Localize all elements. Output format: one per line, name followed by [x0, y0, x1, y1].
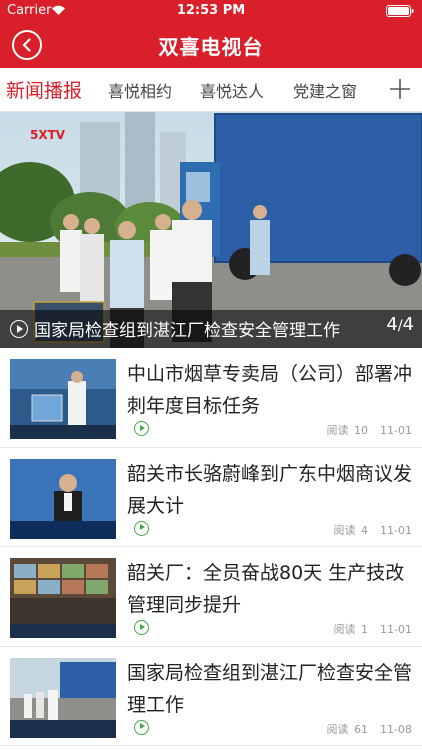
banner-title: 国家局检查组到湛江厂检查安全管理工作	[34, 321, 340, 341]
news-date: 11-08	[380, 722, 412, 736]
news-thumbnail	[10, 458, 116, 539]
news-thumbnail	[10, 359, 116, 439]
read-count: 1	[361, 623, 369, 636]
news-title: 国家局检查组到湛江厂检查安全管理工作	[127, 661, 413, 716]
read-count: 61	[354, 722, 369, 736]
news-title: 中山市烟草专卖局（公司）部署冲刺年度目标任务	[127, 363, 413, 417]
battery-icon	[386, 5, 414, 17]
banner-page-total: 4	[402, 314, 414, 335]
news-date: 11-01	[380, 623, 412, 636]
news-title: 韶关市长骆蔚峰到广东中烟商议发展大计	[127, 462, 413, 517]
read-label: 阅读	[326, 424, 349, 437]
news-thumbnail	[10, 657, 116, 738]
news-list: 中山市烟草专卖局（公司）部署冲刺年度目标任务 阅读 10 11-01 韶关市长骆蔚…	[0, 348, 422, 746]
news-meta: 阅读 10 11-01	[327, 422, 412, 438]
read-label: 阅读	[333, 623, 356, 636]
news-date: 11-01	[380, 424, 412, 437]
read-label: 阅读	[326, 722, 349, 736]
list-item[interactable]: 中山市烟草专卖局（公司）部署冲刺年度目标任务 阅读 10 11-01	[0, 348, 422, 448]
banner-carousel[interactable]: 5XTV 国家局检查组到湛江厂检查安全管理工作 4/4	[0, 112, 422, 348]
banner-caption: 国家局检查组到湛江厂检查安全管理工作 4/4	[0, 310, 422, 348]
tab-news[interactable]: 新闻播报	[6, 76, 82, 103]
play-icon	[134, 719, 149, 735]
news-title: 韶关厂：全员奋战80天 生产技改管理同步提升	[127, 562, 405, 616]
tab-talent[interactable]: 喜悦达人	[200, 78, 264, 102]
page-title: 双喜电视台	[158, 35, 264, 59]
play-icon	[134, 520, 149, 536]
app-header: Carrier 12:53 PM 双喜电视台	[0, 0, 422, 68]
news-meta: 阅读 4 11-01	[334, 522, 412, 538]
list-item[interactable]: 国家局检查组到湛江厂检查安全管理工作 阅读 61 11-08	[0, 647, 422, 746]
read-count: 4	[361, 523, 369, 537]
news-date: 11-01	[380, 523, 412, 537]
read-count: 10	[354, 424, 369, 437]
play-icon	[134, 620, 149, 635]
status-bar: Carrier 12:53 PM	[0, 0, 422, 22]
banner-page-indicator: 4/4	[386, 314, 414, 335]
tv-logo: 5XTV	[30, 128, 66, 142]
add-tab-icon[interactable]	[388, 77, 412, 101]
tab-party[interactable]: 党建之窗	[293, 78, 357, 102]
play-icon	[134, 421, 149, 436]
list-item[interactable]: 韶关厂：全员奋战80天 生产技改管理同步提升 阅读 1 11-01	[0, 547, 422, 647]
news-meta: 阅读 61 11-08	[327, 721, 412, 737]
tab-meetup[interactable]: 喜悦相约	[108, 78, 172, 102]
category-tabs: 新闻播报 喜悦相约 喜悦达人 党建之窗	[0, 68, 422, 112]
banner-page-current: 4	[386, 314, 398, 335]
list-item[interactable]: 韶关市长骆蔚峰到广东中烟商议发展大计 阅读 4 11-01	[0, 448, 422, 547]
news-meta: 阅读 1 11-01	[334, 621, 412, 637]
news-thumbnail	[10, 558, 116, 638]
status-time: 12:53 PM	[176, 3, 246, 18]
nav-bar: 双喜电视台	[0, 22, 422, 68]
read-label: 阅读	[333, 523, 356, 537]
play-icon	[10, 320, 28, 338]
